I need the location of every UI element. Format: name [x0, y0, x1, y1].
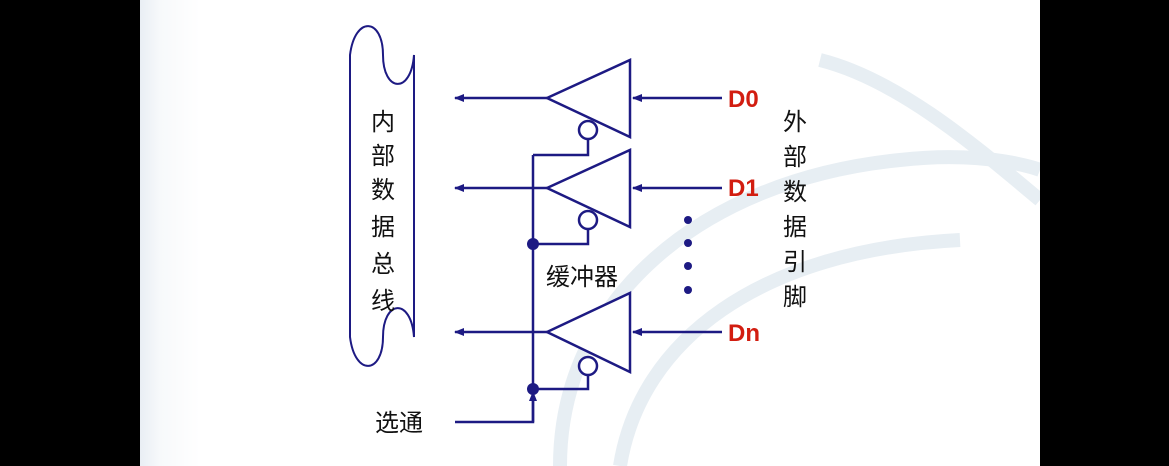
pin-label-d0: D0	[728, 86, 759, 113]
pin-label-d1: D1	[728, 175, 759, 202]
bus-char-4: 总	[371, 250, 395, 278]
bus-char-1: 部	[371, 142, 395, 170]
buffer-0	[454, 58, 722, 157]
ext-char-2: 数	[783, 178, 807, 206]
screen: 内 部 数 据 总 线 缓冲器 选通 D0 D1 Dn 外 部 数 据 引 脚	[0, 0, 1169, 466]
buffer-0-enable-wire	[533, 139, 590, 157]
buffer-label: 缓冲器	[546, 263, 618, 291]
ext-char-0: 外	[783, 108, 807, 136]
strobe-input-wire	[455, 391, 537, 424]
ext-char-5: 脚	[783, 283, 807, 311]
pin-label-dn: Dn	[728, 320, 760, 347]
bus-char-2: 数	[371, 176, 395, 204]
ext-char-4: 引	[783, 248, 807, 276]
buffer-0-enable-bubble	[577, 119, 599, 141]
ext-char-1: 部	[783, 143, 807, 171]
junction-dot-upper	[527, 238, 539, 250]
buffer-diagram: 内 部 数 据 总 线 缓冲器 选通 D0 D1 Dn 外 部 数 据 引 脚	[349, 25, 1040, 466]
strobe-label: 选通	[375, 409, 423, 437]
bus-char-3: 据	[371, 213, 395, 241]
bus-char-5: 线	[371, 287, 395, 315]
junction-dot-lower	[527, 383, 539, 395]
ext-char-3: 据	[783, 213, 807, 241]
buffer-1-enable-bubble	[577, 209, 599, 231]
buffer-1-enable-wire	[533, 229, 590, 246]
bus-char-0: 内	[371, 108, 395, 136]
buffer-n-enable-bubble	[577, 355, 599, 377]
slide: 内 部 数 据 总 线 缓冲器 选通 D0 D1 Dn 外 部 数 据 引 脚	[140, 0, 1040, 466]
